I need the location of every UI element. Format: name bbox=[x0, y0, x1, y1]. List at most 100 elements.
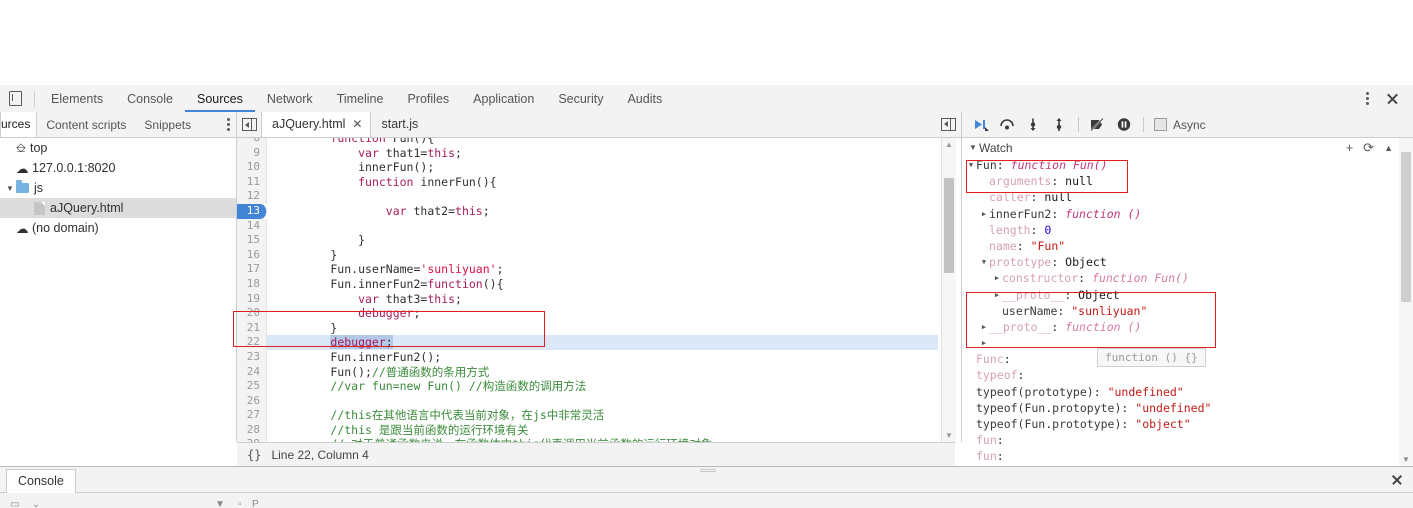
code-line-17[interactable]: 17 Fun.userName='sunliyuan'; bbox=[237, 262, 938, 277]
tree-item-4[interactable]: ☁ (no domain) bbox=[0, 218, 236, 238]
collapse-pane-icon[interactable]: ▲ bbox=[1384, 143, 1393, 153]
scroll-down-arrow-icon[interactable]: ▼ bbox=[1402, 455, 1410, 464]
watch-row-15[interactable]: typeof(Fun.protopyte): "undefined" bbox=[962, 400, 1413, 416]
scroll-down-arrow-icon[interactable]: ▼ bbox=[942, 429, 956, 442]
line-number[interactable]: 9 bbox=[237, 145, 267, 161]
tab-console[interactable]: Console bbox=[115, 86, 185, 112]
pretty-print-icon[interactable]: {} bbox=[247, 448, 261, 462]
watch-row-17[interactable]: fun: bbox=[962, 432, 1413, 448]
kebab-menu-icon[interactable] bbox=[1357, 88, 1377, 110]
line-number[interactable]: 18 bbox=[237, 276, 267, 292]
navigator-subtab-2[interactable]: Snippets bbox=[135, 113, 200, 137]
scroll-up-arrow-icon[interactable]: ▲ bbox=[942, 138, 956, 151]
watch-row-7[interactable]: ▶ constructor: function Fun() bbox=[962, 270, 1413, 286]
show-navigator-icon[interactable] bbox=[237, 113, 261, 137]
watch-row-10[interactable]: ▶ __proto__: function () bbox=[962, 319, 1413, 335]
code-line-19[interactable]: 19 var that3=this; bbox=[237, 291, 938, 307]
code-line-15[interactable]: 15 } bbox=[237, 233, 938, 248]
code-line-26[interactable]: 26 bbox=[237, 393, 938, 409]
resume-icon[interactable] bbox=[968, 113, 994, 137]
watch-row-4[interactable]: length: 0 bbox=[962, 222, 1413, 238]
line-number[interactable]: 16 bbox=[237, 247, 267, 263]
line-number[interactable]: 24 bbox=[237, 364, 267, 380]
pause-on-exceptions-icon[interactable] bbox=[1111, 113, 1137, 137]
line-number[interactable]: 15 bbox=[237, 233, 267, 248]
code-line-13[interactable]: 13 var that2=this; bbox=[237, 203, 938, 219]
watch-row-8[interactable]: ▶ __proto__: Object bbox=[962, 287, 1413, 303]
add-watch-expression-icon[interactable]: + bbox=[1346, 140, 1354, 155]
step-out-icon[interactable] bbox=[1046, 113, 1072, 137]
tree-item-2[interactable]: ▼ js bbox=[0, 178, 236, 198]
close-icon[interactable]: ✕ bbox=[352, 112, 362, 137]
step-into-icon[interactable] bbox=[1020, 113, 1046, 137]
drawer-tab-console[interactable]: Console bbox=[6, 468, 76, 493]
watch-row-18[interactable]: fun: bbox=[962, 448, 1413, 464]
line-number[interactable]: 28 bbox=[237, 422, 267, 438]
watch-vertical-scrollbar[interactable]: ▼ bbox=[1399, 138, 1413, 466]
twisty-icon[interactable]: ▼ bbox=[4, 184, 16, 193]
code-line-8[interactable]: 8 function Fun(){ bbox=[237, 138, 938, 146]
line-number[interactable]: 13 bbox=[237, 203, 267, 219]
tree-item-0[interactable]: ⎒ top bbox=[0, 138, 236, 158]
show-debugger-icon[interactable] bbox=[938, 114, 958, 134]
scrollbar-thumb[interactable] bbox=[1401, 152, 1411, 302]
scrollbar-thumb[interactable] bbox=[944, 178, 954, 273]
inspect-element-icon[interactable] bbox=[0, 86, 30, 112]
code-line-22[interactable]: 22 debugger; bbox=[237, 335, 938, 350]
watch-row-16[interactable]: typeof(Fun.prototype): "object" bbox=[962, 416, 1413, 432]
line-number[interactable]: 19 bbox=[237, 291, 267, 307]
code-line-10[interactable]: 10 innerFun(); bbox=[237, 160, 938, 175]
close-icon[interactable] bbox=[1387, 470, 1407, 490]
watch-row-9[interactable]: userName: "sunliyuan" bbox=[962, 303, 1413, 319]
code-line-21[interactable]: 21 } bbox=[237, 320, 938, 336]
navigator-subtab-0[interactable]: urces bbox=[0, 112, 38, 137]
file-tab-0[interactable]: aJQuery.html ✕ bbox=[261, 112, 372, 137]
navigator-subtab-1[interactable]: Content scripts bbox=[37, 113, 135, 137]
deactivate-breakpoints-icon[interactable] bbox=[1085, 113, 1111, 137]
code-line-20[interactable]: 20 debugger; bbox=[237, 306, 938, 321]
twisty-icon[interactable]: ▶ bbox=[979, 335, 989, 351]
twisty-icon[interactable]: ▼ bbox=[966, 157, 976, 173]
tab-profiles[interactable]: Profiles bbox=[395, 86, 461, 112]
editor-vertical-scrollbar[interactable]: ▲ ▼ bbox=[941, 138, 956, 442]
tab-timeline[interactable]: Timeline bbox=[325, 86, 396, 112]
close-icon[interactable] bbox=[1379, 88, 1405, 110]
refresh-icon[interactable]: ⟳ bbox=[1363, 140, 1374, 156]
code-line-24[interactable]: 24 Fun();//普通函数的条用方式 bbox=[237, 364, 938, 380]
twisty-icon[interactable]: ▶ bbox=[979, 206, 989, 222]
watch-header[interactable]: ▼ Watch + ⟳ ▲ bbox=[962, 138, 1413, 157]
watch-row-13[interactable]: typeof: bbox=[962, 367, 1413, 383]
line-number[interactable]: 26 bbox=[237, 393, 267, 409]
tab-audits[interactable]: Audits bbox=[615, 86, 674, 112]
chevron-down-icon[interactable]: ▼ bbox=[967, 143, 979, 152]
code-line-11[interactable]: 11 function innerFun(){ bbox=[237, 174, 938, 190]
tab-elements[interactable]: Elements bbox=[39, 86, 115, 112]
line-number[interactable]: 25 bbox=[237, 379, 267, 394]
tab-network[interactable]: Network bbox=[255, 86, 325, 112]
line-number[interactable]: 23 bbox=[237, 349, 267, 365]
line-number[interactable]: 10 bbox=[237, 160, 267, 175]
code-line-25[interactable]: 25 //var fun=new Fun() //构造函数的调用方法 bbox=[237, 379, 938, 394]
twisty-icon[interactable]: ▼ bbox=[979, 254, 989, 270]
line-number[interactable]: 22 bbox=[237, 335, 267, 350]
code-line-28[interactable]: 28 //this 是跟当前函数的运行环境有关 bbox=[237, 422, 938, 438]
watch-row-2[interactable]: caller: null bbox=[962, 189, 1413, 205]
code-line-16[interactable]: 16 } bbox=[237, 247, 938, 263]
file-tab-1[interactable]: start.js bbox=[371, 112, 426, 137]
line-number[interactable]: 12 bbox=[237, 189, 267, 204]
async-checkbox[interactable] bbox=[1154, 118, 1167, 131]
line-number[interactable]: 11 bbox=[237, 174, 267, 190]
drawer-resize-handle[interactable] bbox=[700, 468, 716, 472]
line-number[interactable]: 14 bbox=[237, 218, 267, 234]
code-line-18[interactable]: 18 Fun.innerFun2=function(){ bbox=[237, 276, 938, 292]
code-line-12[interactable]: 12 bbox=[237, 189, 938, 204]
tab-sources[interactable]: Sources bbox=[185, 86, 255, 112]
watch-row-14[interactable]: typeof(prototype): "undefined" bbox=[962, 384, 1413, 400]
tab-security[interactable]: Security bbox=[546, 86, 615, 112]
line-number[interactable]: 21 bbox=[237, 320, 267, 336]
code-line-14[interactable]: 14 bbox=[237, 218, 938, 234]
watch-row-0[interactable]: ▼ Fun: function Fun() bbox=[962, 157, 1413, 173]
step-over-icon[interactable] bbox=[994, 113, 1020, 137]
line-number[interactable]: 27 bbox=[237, 408, 267, 423]
tree-item-3[interactable]: aJQuery.html bbox=[0, 198, 236, 218]
